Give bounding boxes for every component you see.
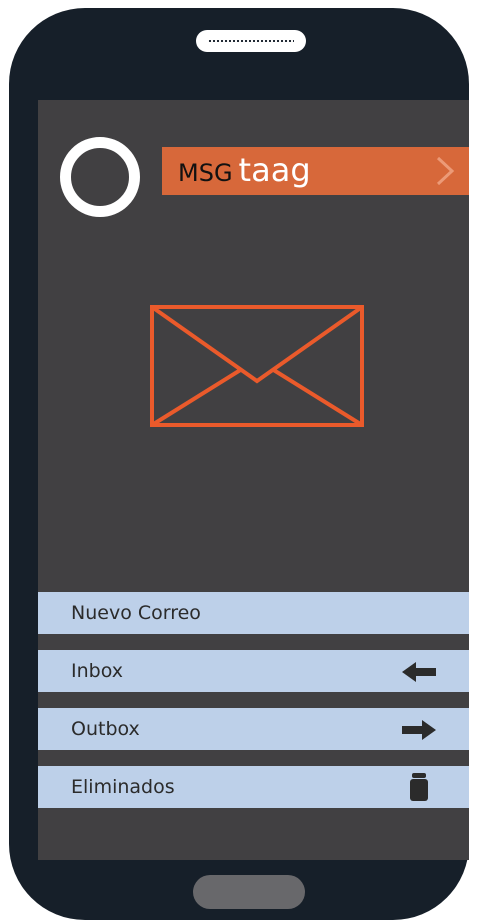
trash-can-icon <box>410 773 428 801</box>
app-screen: MSG taag Nuevo Correo Inbox Outbox Elimi… <box>38 100 469 860</box>
phone-frame: MSG taag Nuevo Correo Inbox Outbox Elimi… <box>9 8 469 920</box>
home-button[interactable] <box>193 875 305 909</box>
logo-ring-icon <box>60 137 140 217</box>
menu-item-outbox[interactable]: Outbox <box>38 708 469 750</box>
brand-name: taag <box>238 151 311 189</box>
speaker-grille <box>196 30 306 52</box>
menu-item-deleted[interactable]: Eliminados <box>38 766 469 808</box>
speaker-dots <box>208 40 294 42</box>
chevron-right-icon <box>436 156 455 186</box>
menu-label-new-mail: Nuevo Correo <box>71 602 201 624</box>
menu-label-inbox: Inbox <box>71 660 123 682</box>
menu-label-deleted: Eliminados <box>71 776 175 798</box>
brand-header-button[interactable]: MSG taag <box>162 147 469 195</box>
menu-item-inbox[interactable]: Inbox <box>38 650 469 692</box>
brand-prefix: MSG <box>178 159 233 187</box>
menu-label-outbox: Outbox <box>71 718 140 740</box>
arrow-right-icon <box>402 720 436 740</box>
menu-item-new-mail[interactable]: Nuevo Correo <box>38 592 469 634</box>
arrow-left-icon <box>402 662 436 682</box>
envelope-icon <box>150 305 364 427</box>
brand-title: MSG taag <box>178 151 311 189</box>
